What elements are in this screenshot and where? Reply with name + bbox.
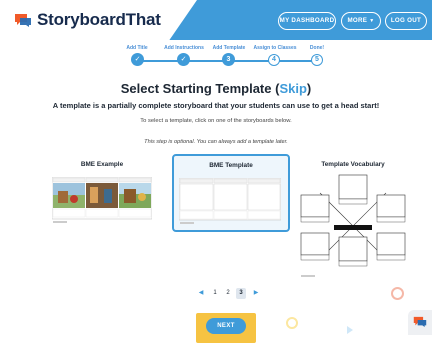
page-title-close: ) [306,81,312,96]
step-4-marker[interactable]: 4 [268,54,280,66]
bme-example-storyboard-thumbnail [52,177,152,223]
prev-page-icon[interactable]: ◀ [196,288,206,299]
page-title: Select Starting Template (Skip) [0,81,432,96]
optional-note: This step is optional. You can always ad… [144,139,288,145]
brand-name: StoryboardThat [37,10,161,29]
step-1-complete-icon[interactable]: ✓ [131,53,144,66]
decorative-ring [286,317,298,329]
more-button[interactable]: MORE ▼ [341,12,381,30]
decorative-triangle [347,326,353,334]
step-3-marker[interactable]: 3 [222,53,235,66]
page-1-link[interactable]: 1 [210,288,220,299]
page-subtitle: A template is a partially complete story… [52,101,380,110]
page-3-link[interactable]: 3 [236,288,246,299]
page-title-main: Select Starting Template ( [120,81,280,96]
more-label: MORE [347,17,368,24]
template-title: BME Template [209,162,253,169]
next-page-icon[interactable]: ▶ [251,288,261,299]
next-button[interactable]: NEXT [206,318,246,334]
step-2-complete-icon[interactable]: ✓ [177,53,190,66]
pagination: ◀ 1 2 3 ▶ [196,288,266,299]
page-2-link[interactable]: 2 [223,288,233,299]
template-title: Template Vocabulary [321,161,385,168]
speech-bubbles-logo-icon [15,14,31,27]
template-title: BME Example [80,161,124,168]
help-widget[interactable] [408,310,432,335]
my-dashboard-button[interactable]: MY DASHBOARD [278,12,336,30]
bme-template-storyboard-thumbnail [179,178,281,224]
vocabulary-storyboard-thumbnail [300,174,406,277]
app-frame: StoryboardThat MY DASHBOARD MORE ▼ LOG O… [0,0,432,343]
instruction-text: To select a template, click on one of th… [140,118,292,124]
step-label-done: Done! [309,45,325,51]
step-5-marker[interactable]: 5 [311,54,323,66]
template-card-bme-example[interactable]: BME Example [46,155,158,230]
skip-link[interactable]: Skip [279,81,306,96]
caret-down-icon: ▼ [369,18,375,24]
template-card-template-vocabulary[interactable]: Template Vocabulary [296,155,410,280]
speech-bubbles-icon [413,316,427,327]
logo[interactable]: StoryboardThat [0,0,197,40]
template-card-bme-template[interactable]: BME Template [172,154,290,232]
decorative-ring [391,287,404,300]
log-out-button[interactable]: LOG OUT [385,12,427,30]
